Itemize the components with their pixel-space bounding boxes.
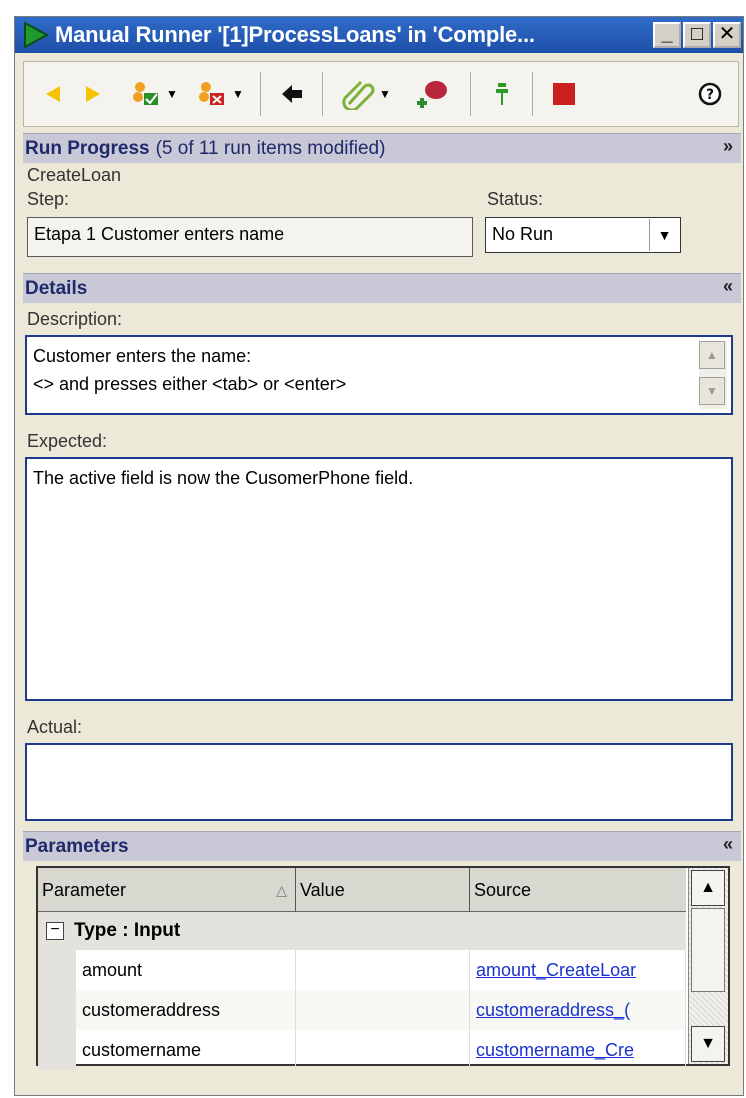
scroll-thumb[interactable] bbox=[691, 908, 725, 992]
collapse-minus-icon[interactable]: − bbox=[46, 922, 64, 940]
scroll-up-icon[interactable]: ▲ bbox=[699, 341, 725, 369]
description-scrollbar[interactable]: ▲ ▼ bbox=[699, 341, 727, 409]
group-row-input[interactable]: − Type : Input bbox=[38, 912, 686, 950]
collapse-chevron-icon[interactable]: « bbox=[723, 834, 733, 855]
pass-check-icon bbox=[133, 82, 159, 105]
status-label: Status: bbox=[487, 189, 544, 209]
column-header-source-label: Source bbox=[474, 879, 532, 900]
parameter-source-link[interactable]: amount_CreateLoar bbox=[470, 950, 686, 990]
run-progress-title: Run Progress bbox=[25, 137, 150, 159]
description-field[interactable]: Customer enters the name: <> and presses… bbox=[25, 335, 733, 415]
toolbar-separator bbox=[260, 72, 261, 116]
fail-x-icon bbox=[199, 82, 225, 105]
chevron-down-icon: ▼ bbox=[379, 87, 391, 101]
toolbar-separator bbox=[322, 72, 323, 116]
parameters-grid: Parameter △ Value Source − Type : Input … bbox=[36, 866, 730, 1070]
fail-selected-button[interactable]: ▼ bbox=[190, 76, 250, 112]
help-button[interactable]: ? bbox=[692, 76, 728, 112]
sort-ascending-icon: △ bbox=[276, 881, 287, 898]
arrow-left-icon bbox=[46, 86, 60, 102]
step-label: Step: bbox=[27, 189, 70, 209]
collapse-chevron-icon[interactable]: » bbox=[723, 136, 733, 157]
parameter-name-cell: customeraddress bbox=[76, 990, 296, 1030]
description-line-2: <> and presses either <tab> or <enter> bbox=[33, 374, 347, 394]
column-header-parameter[interactable]: Parameter △ bbox=[38, 868, 296, 912]
column-header-value[interactable]: Value bbox=[296, 868, 470, 912]
parameter-name-cell: amount bbox=[76, 950, 296, 990]
description-label: Description: bbox=[27, 309, 123, 329]
title-bar[interactable]: Manual Runner '[1]ProcessLoans' in 'Comp… bbox=[15, 17, 743, 53]
details-header[interactable]: Details « bbox=[23, 273, 741, 303]
close-button[interactable]: ✕ bbox=[713, 22, 741, 48]
parameter-value-cell[interactable] bbox=[296, 1030, 470, 1070]
grid-header: Parameter △ Value Source bbox=[38, 868, 686, 912]
description-line-1: Customer enters the name: bbox=[33, 346, 252, 366]
column-header-parameter-label: Parameter bbox=[42, 879, 127, 900]
pin-icon bbox=[496, 83, 508, 105]
pin-button[interactable] bbox=[482, 76, 522, 112]
test-name: CreateLoan bbox=[27, 165, 122, 185]
run-progress-header[interactable]: Run Progress (5 of 11 run items modified… bbox=[23, 133, 741, 163]
play-icon bbox=[24, 21, 50, 49]
step-field[interactable]: Etapa 1 Customer enters name bbox=[27, 217, 473, 257]
parameter-name-cell: customername bbox=[76, 1030, 296, 1070]
svg-text:?: ? bbox=[706, 87, 714, 103]
parameter-source-link[interactable]: customeraddress_( bbox=[470, 990, 686, 1030]
minimize-button[interactable]: _ bbox=[653, 22, 681, 48]
arrow-back-icon bbox=[282, 85, 302, 103]
actual-label: Actual: bbox=[27, 717, 83, 737]
expected-field[interactable]: The active field is now the CusomerPhone… bbox=[25, 457, 733, 701]
collapse-chevron-icon[interactable]: « bbox=[723, 276, 733, 297]
previous-step-button[interactable] bbox=[36, 76, 70, 112]
group-label: Type : Input bbox=[74, 920, 181, 941]
maximize-button[interactable]: □ bbox=[683, 22, 711, 48]
help-icon: ? bbox=[698, 82, 722, 106]
parameter-source-link[interactable]: customername_Cre bbox=[470, 1030, 686, 1070]
column-header-value-label: Value bbox=[300, 879, 345, 900]
add-defect-button[interactable] bbox=[408, 76, 458, 112]
next-step-button[interactable] bbox=[76, 76, 110, 112]
actual-field[interactable] bbox=[25, 743, 733, 821]
chevron-down-icon: ▼ bbox=[166, 87, 178, 101]
bug-plus-icon bbox=[417, 81, 447, 108]
grid-scrollbar[interactable]: ▲ ▼ bbox=[688, 868, 728, 1064]
column-header-source[interactable]: Source bbox=[470, 868, 686, 912]
parameter-value-cell[interactable] bbox=[296, 990, 470, 1030]
parameters-header[interactable]: Parameters « bbox=[23, 831, 741, 861]
toolbar-separator bbox=[470, 72, 471, 116]
table-row[interactable]: customeraddress customeraddress_( bbox=[38, 990, 686, 1030]
scroll-up-icon[interactable]: ▲ bbox=[691, 870, 725, 906]
pass-selected-button[interactable]: ▼ bbox=[124, 76, 184, 112]
expected-text: The active field is now the CusomerPhone… bbox=[33, 468, 414, 488]
expected-label: Expected: bbox=[27, 431, 108, 451]
table-row[interactable]: amount amount_CreateLoar bbox=[38, 950, 686, 990]
status-dropdown[interactable]: No Run ▼ bbox=[485, 217, 681, 253]
toolbar: ▼ ▼ ▼ ? bbox=[23, 61, 739, 127]
scroll-down-icon[interactable]: ▼ bbox=[699, 377, 725, 405]
details-title: Details bbox=[25, 277, 88, 299]
chevron-down-icon: ▼ bbox=[232, 87, 244, 101]
stop-icon bbox=[553, 83, 575, 105]
status-value: No Run bbox=[492, 224, 554, 244]
back-button[interactable] bbox=[272, 76, 312, 112]
stop-button[interactable] bbox=[544, 76, 584, 112]
paperclip-icon bbox=[342, 80, 375, 110]
parameter-value-cell[interactable] bbox=[296, 950, 470, 990]
chevron-down-icon[interactable]: ▼ bbox=[649, 219, 679, 251]
attachments-button[interactable]: ▼ bbox=[332, 76, 400, 112]
toolbar-separator bbox=[532, 72, 533, 116]
table-row[interactable]: customername customername_Cre bbox=[38, 1030, 686, 1070]
parameters-title: Parameters bbox=[25, 835, 129, 857]
run-progress-summary: (5 of 11 run items modified) bbox=[155, 137, 386, 159]
scroll-down-icon[interactable]: ▼ bbox=[691, 1026, 725, 1062]
arrow-right-icon bbox=[86, 86, 100, 102]
window-title: Manual Runner '[1]ProcessLoans' in 'Comp… bbox=[55, 22, 535, 47]
